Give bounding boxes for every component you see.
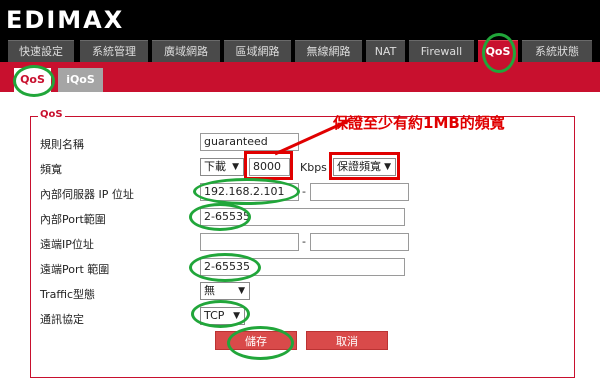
annotation-arrow <box>274 118 351 156</box>
annotation-arrow-line <box>274 118 351 156</box>
